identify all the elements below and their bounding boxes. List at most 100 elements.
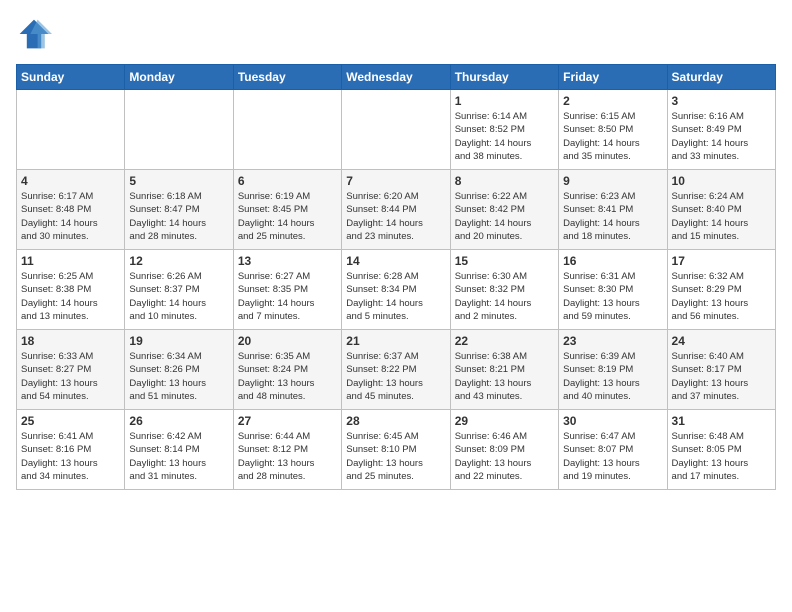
day-info: Sunrise: 6:16 AM Sunset: 8:49 PM Dayligh… (672, 110, 771, 163)
day-number: 4 (21, 174, 120, 188)
day-info: Sunrise: 6:25 AM Sunset: 8:38 PM Dayligh… (21, 270, 120, 323)
day-number: 14 (346, 254, 445, 268)
day-header-friday: Friday (559, 65, 667, 90)
day-number: 17 (672, 254, 771, 268)
day-number: 10 (672, 174, 771, 188)
calendar-cell: 17 Sunrise: 6:32 AM Sunset: 8:29 PM Dayli… (667, 250, 775, 330)
day-number: 27 (238, 414, 337, 428)
day-number: 30 (563, 414, 662, 428)
day-number: 6 (238, 174, 337, 188)
calendar-cell: 3 Sunrise: 6:16 AM Sunset: 8:49 PM Daylig… (667, 90, 775, 170)
calendar-cell: 5 Sunrise: 6:18 AM Sunset: 8:47 PM Daylig… (125, 170, 233, 250)
calendar-table: SundayMondayTuesdayWednesdayThursdayFrid… (16, 64, 776, 490)
day-info: Sunrise: 6:47 AM Sunset: 8:07 PM Dayligh… (563, 430, 662, 483)
day-info: Sunrise: 6:34 AM Sunset: 8:26 PM Dayligh… (129, 350, 228, 403)
day-number: 21 (346, 334, 445, 348)
day-info: Sunrise: 6:19 AM Sunset: 8:45 PM Dayligh… (238, 190, 337, 243)
day-number: 25 (21, 414, 120, 428)
day-number: 12 (129, 254, 228, 268)
day-info: Sunrise: 6:37 AM Sunset: 8:22 PM Dayligh… (346, 350, 445, 403)
day-number: 2 (563, 94, 662, 108)
day-info: Sunrise: 6:44 AM Sunset: 8:12 PM Dayligh… (238, 430, 337, 483)
day-number: 13 (238, 254, 337, 268)
day-info: Sunrise: 6:23 AM Sunset: 8:41 PM Dayligh… (563, 190, 662, 243)
day-number: 26 (129, 414, 228, 428)
day-header-thursday: Thursday (450, 65, 558, 90)
day-info: Sunrise: 6:18 AM Sunset: 8:47 PM Dayligh… (129, 190, 228, 243)
day-info: Sunrise: 6:26 AM Sunset: 8:37 PM Dayligh… (129, 270, 228, 323)
day-number: 28 (346, 414, 445, 428)
calendar-cell: 14 Sunrise: 6:28 AM Sunset: 8:34 PM Dayli… (342, 250, 450, 330)
day-number: 3 (672, 94, 771, 108)
day-number: 1 (455, 94, 554, 108)
calendar-cell: 4 Sunrise: 6:17 AM Sunset: 8:48 PM Daylig… (17, 170, 125, 250)
calendar-cell (17, 90, 125, 170)
day-info: Sunrise: 6:45 AM Sunset: 8:10 PM Dayligh… (346, 430, 445, 483)
day-info: Sunrise: 6:14 AM Sunset: 8:52 PM Dayligh… (455, 110, 554, 163)
calendar-cell: 2 Sunrise: 6:15 AM Sunset: 8:50 PM Daylig… (559, 90, 667, 170)
logo (16, 16, 56, 52)
day-info: Sunrise: 6:38 AM Sunset: 8:21 PM Dayligh… (455, 350, 554, 403)
day-number: 16 (563, 254, 662, 268)
day-number: 24 (672, 334, 771, 348)
day-info: Sunrise: 6:20 AM Sunset: 8:44 PM Dayligh… (346, 190, 445, 243)
calendar-cell: 27 Sunrise: 6:44 AM Sunset: 8:12 PM Dayli… (233, 410, 341, 490)
calendar-cell: 1 Sunrise: 6:14 AM Sunset: 8:52 PM Daylig… (450, 90, 558, 170)
day-number: 8 (455, 174, 554, 188)
day-info: Sunrise: 6:27 AM Sunset: 8:35 PM Dayligh… (238, 270, 337, 323)
calendar-cell (233, 90, 341, 170)
day-number: 20 (238, 334, 337, 348)
day-number: 18 (21, 334, 120, 348)
calendar-cell: 6 Sunrise: 6:19 AM Sunset: 8:45 PM Daylig… (233, 170, 341, 250)
page-header (16, 16, 776, 52)
calendar-cell: 29 Sunrise: 6:46 AM Sunset: 8:09 PM Dayli… (450, 410, 558, 490)
calendar-week-2: 4 Sunrise: 6:17 AM Sunset: 8:48 PM Daylig… (17, 170, 776, 250)
calendar-cell: 15 Sunrise: 6:30 AM Sunset: 8:32 PM Dayli… (450, 250, 558, 330)
calendar-cell: 12 Sunrise: 6:26 AM Sunset: 8:37 PM Dayli… (125, 250, 233, 330)
day-info: Sunrise: 6:15 AM Sunset: 8:50 PM Dayligh… (563, 110, 662, 163)
calendar-week-1: 1 Sunrise: 6:14 AM Sunset: 8:52 PM Daylig… (17, 90, 776, 170)
day-number: 29 (455, 414, 554, 428)
logo-icon (16, 16, 52, 52)
day-info: Sunrise: 6:32 AM Sunset: 8:29 PM Dayligh… (672, 270, 771, 323)
day-number: 15 (455, 254, 554, 268)
day-number: 11 (21, 254, 120, 268)
day-number: 22 (455, 334, 554, 348)
calendar-cell (342, 90, 450, 170)
calendar-week-3: 11 Sunrise: 6:25 AM Sunset: 8:38 PM Dayli… (17, 250, 776, 330)
calendar-cell: 26Sunrise: 6:42 AM Sunset: 8:14 PM Dayli… (125, 410, 233, 490)
day-info: Sunrise: 6:40 AM Sunset: 8:17 PM Dayligh… (672, 350, 771, 403)
calendar-cell: 8 Sunrise: 6:22 AM Sunset: 8:42 PM Daylig… (450, 170, 558, 250)
day-number: 9 (563, 174, 662, 188)
calendar-cell: 20Sunrise: 6:35 AM Sunset: 8:24 PM Dayli… (233, 330, 341, 410)
day-info: Sunrise: 6:24 AM Sunset: 8:40 PM Dayligh… (672, 190, 771, 243)
day-info: Sunrise: 6:48 AM Sunset: 8:05 PM Dayligh… (672, 430, 771, 483)
day-info: Sunrise: 6:31 AM Sunset: 8:30 PM Dayligh… (563, 270, 662, 323)
day-header-wednesday: Wednesday (342, 65, 450, 90)
day-info: Sunrise: 6:33 AM Sunset: 8:27 PM Dayligh… (21, 350, 120, 403)
calendar-cell: 28 Sunrise: 6:45 AM Sunset: 8:10 PM Dayli… (342, 410, 450, 490)
day-header-monday: Monday (125, 65, 233, 90)
day-info: Sunrise: 6:39 AM Sunset: 8:19 PM Dayligh… (563, 350, 662, 403)
calendar-week-5: 25Sunrise: 6:41 AM Sunset: 8:16 PM Dayli… (17, 410, 776, 490)
calendar-cell: 9 Sunrise: 6:23 AM Sunset: 8:41 PM Daylig… (559, 170, 667, 250)
day-header-saturday: Saturday (667, 65, 775, 90)
day-header-sunday: Sunday (17, 65, 125, 90)
calendar-cell: 19 Sunrise: 6:34 AM Sunset: 8:26 PM Dayli… (125, 330, 233, 410)
day-info: Sunrise: 6:30 AM Sunset: 8:32 PM Dayligh… (455, 270, 554, 323)
day-number: 5 (129, 174, 228, 188)
day-info: Sunrise: 6:46 AM Sunset: 8:09 PM Dayligh… (455, 430, 554, 483)
day-number: 19 (129, 334, 228, 348)
calendar-cell: 16 Sunrise: 6:31 AM Sunset: 8:30 PM Dayli… (559, 250, 667, 330)
calendar-cell: 22 Sunrise: 6:38 AM Sunset: 8:21 PM Dayli… (450, 330, 558, 410)
calendar-week-4: 18 Sunrise: 6:33 AM Sunset: 8:27 PM Dayli… (17, 330, 776, 410)
day-info: Sunrise: 6:22 AM Sunset: 8:42 PM Dayligh… (455, 190, 554, 243)
calendar-cell: 13 Sunrise: 6:27 AM Sunset: 8:35 PM Dayli… (233, 250, 341, 330)
calendar-cell: 31 Sunrise: 6:48 AM Sunset: 8:05 PM Dayli… (667, 410, 775, 490)
calendar-cell: 10 Sunrise: 6:24 AM Sunset: 8:40 PM Dayli… (667, 170, 775, 250)
day-number: 31 (672, 414, 771, 428)
day-info: Sunrise: 6:17 AM Sunset: 8:48 PM Dayligh… (21, 190, 120, 243)
day-header-tuesday: Tuesday (233, 65, 341, 90)
day-info: Sunrise: 6:28 AM Sunset: 8:34 PM Dayligh… (346, 270, 445, 323)
calendar-cell: 24 Sunrise: 6:40 AM Sunset: 8:17 PM Dayli… (667, 330, 775, 410)
